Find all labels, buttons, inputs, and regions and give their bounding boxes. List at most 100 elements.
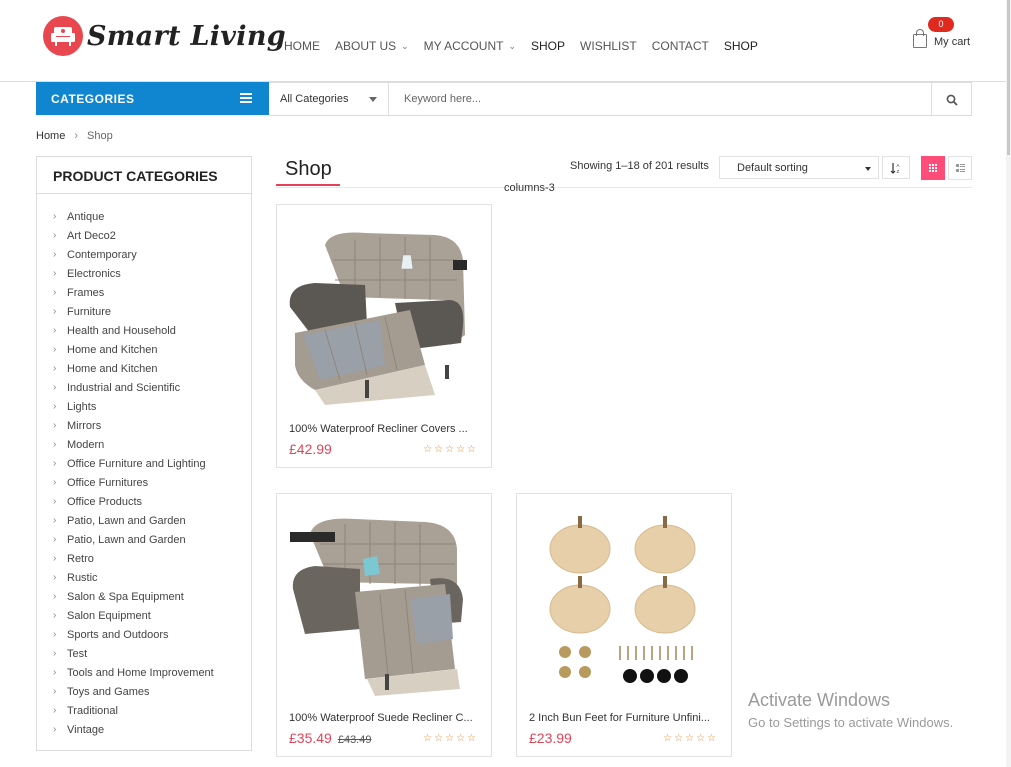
category-item[interactable]: › Frames — [37, 283, 251, 302]
category-item[interactable]: › Sports and Outdoors — [37, 625, 251, 644]
category-item[interactable]: › Industrial and Scientific — [37, 378, 251, 397]
category-item[interactable]: › Lights — [37, 397, 251, 416]
search-button[interactable] — [931, 83, 971, 115]
search-input[interactable] — [389, 83, 931, 115]
category-item[interactable]: › Tools and Home Improvement — [37, 663, 251, 682]
chevron-right-icon: › — [53, 268, 57, 279]
breadcrumb: Home › Shop — [36, 130, 113, 142]
category-item[interactable]: › Electronics — [37, 264, 251, 283]
nav-my-account[interactable]: MY ACCOUNT ⌄ — [424, 39, 516, 53]
product-card[interactable]: 100% Waterproof Recliner Covers ... £42.… — [276, 204, 492, 468]
nav-home[interactable]: HOME — [284, 39, 320, 53]
chevron-right-icon: › — [53, 667, 57, 678]
category-list: › Antique › Art Deco2 › Contemporary › Electron… — [37, 194, 251, 739]
category-item[interactable]: › Contemporary — [37, 245, 251, 264]
category-item[interactable]: › Home and Kitchen — [37, 359, 251, 378]
grid-view-button[interactable] — [921, 156, 945, 180]
sort-icon: A Z — [890, 163, 900, 174]
category-label: Office Furniture and Lighting — [67, 457, 206, 470]
category-label: Vintage — [67, 723, 105, 736]
nav-label: MY ACCOUNT — [423, 39, 504, 53]
search-category-select[interactable]: All Categories — [269, 83, 389, 115]
nav-label: WISHLIST — [580, 39, 637, 53]
category-item[interactable]: › Retro — [37, 549, 251, 568]
nav-about-us[interactable]: ABOUT US ⌄ — [335, 39, 409, 53]
chevron-right-icon: › — [53, 724, 57, 735]
star-rating: ☆☆☆☆☆ — [423, 444, 478, 455]
category-item[interactable]: › Patio, Lawn and Garden — [37, 530, 251, 549]
search-bar: All Categories — [269, 82, 972, 116]
category-label: Art Deco2 — [67, 229, 116, 242]
chevron-right-icon: › — [53, 477, 57, 488]
sort-direction-button[interactable]: A Z — [882, 156, 910, 179]
product-name[interactable]: 100% Waterproof Suede Recliner C... — [289, 712, 479, 724]
sidebar-title: PRODUCT CATEGORIES — [37, 157, 251, 194]
category-item[interactable]: › Test — [37, 644, 251, 663]
nav-wishlist[interactable]: WISHLIST — [580, 39, 637, 53]
category-label: Mirrors — [67, 419, 102, 432]
chevron-right-icon: › — [53, 591, 57, 602]
category-item[interactable]: › Modern — [37, 435, 251, 454]
category-item[interactable]: › Vintage — [37, 720, 251, 739]
category-item[interactable]: › Patio, Lawn and Garden — [37, 511, 251, 530]
category-item[interactable]: › Rustic — [37, 568, 251, 587]
category-item[interactable]: › Furniture — [37, 302, 251, 321]
nav-label: SHOP — [531, 39, 566, 53]
category-label: Patio, Lawn and Garden — [67, 514, 186, 527]
shopping-bag-icon — [913, 29, 927, 48]
category-label: Antique — [67, 210, 105, 223]
chevron-right-icon: › — [53, 287, 57, 298]
category-label: Retro — [67, 552, 94, 565]
category-item[interactable]: › Salon Equipment — [37, 606, 251, 625]
category-label: Industrial and Scientific — [67, 381, 181, 394]
breadcrumb-separator: › — [74, 130, 79, 142]
categories-menu-button[interactable]: CATEGORIES — [36, 82, 269, 115]
nav-label: HOME — [284, 39, 320, 53]
breadcrumb-home[interactable]: Home — [36, 130, 65, 142]
category-item[interactable]: › Health and Household — [37, 321, 251, 340]
mini-cart[interactable]: My cart — [913, 29, 970, 48]
recliner-cover-image[interactable] — [285, 504, 483, 699]
chevron-right-icon: › — [53, 420, 57, 431]
recliner-cover-image[interactable] — [285, 215, 483, 410]
list-view-button[interactable] — [948, 156, 972, 180]
grid-icon — [929, 164, 937, 172]
chevron-right-icon: › — [53, 249, 57, 260]
category-label: Health and Household — [67, 324, 176, 337]
category-item[interactable]: › Antique — [37, 207, 251, 226]
category-item[interactable]: › Traditional — [37, 701, 251, 720]
category-item[interactable]: › Mirrors — [37, 416, 251, 435]
nav-shop[interactable]: SHOP — [531, 39, 565, 53]
chevron-right-icon: › — [53, 686, 57, 697]
category-item[interactable]: › Office Furniture and Lighting — [37, 454, 251, 473]
activate-windows-title: Activate Windows — [748, 690, 891, 710]
category-item[interactable]: › Office Products — [37, 492, 251, 511]
hamburger-menu-icon — [240, 93, 252, 103]
chevron-right-icon: › — [53, 230, 57, 241]
category-label: Home and Kitchen — [67, 362, 158, 375]
scrollbar-thumb[interactable] — [1007, 0, 1010, 155]
nav-contact[interactable]: CONTACT — [652, 39, 709, 53]
current-price: £35.49 — [289, 730, 332, 746]
category-item[interactable]: › Home and Kitchen — [37, 340, 251, 359]
product-card[interactable]: 2 Inch Bun Feet for Furniture Unfini... … — [516, 493, 732, 757]
bun-feet-image[interactable] — [525, 504, 723, 699]
original-price: £43.49 — [337, 734, 372, 746]
product-name[interactable]: 2 Inch Bun Feet for Furniture Unfini... — [529, 712, 719, 724]
page-title: Shop — [285, 158, 332, 180]
main-nav: HOME ABOUT US ⌄ MY ACCOUNT ⌄ SHOP WISHLIST… — [284, 39, 773, 53]
site-logo[interactable]: Smart Living — [43, 16, 286, 56]
category-item[interactable]: › Salon & Spa Equipment — [37, 587, 251, 606]
product-card[interactable]: 100% Waterproof Suede Recliner C... £35.… — [276, 493, 492, 757]
sort-select[interactable]: Default sorting — [719, 156, 879, 179]
armchair-logo-icon — [43, 16, 83, 56]
product-name[interactable]: 100% Waterproof Recliner Covers ... — [289, 423, 479, 435]
category-item[interactable]: › Toys and Games — [37, 682, 251, 701]
chevron-down-icon: ⌄ — [401, 40, 409, 51]
category-item[interactable]: › Office Furnitures — [37, 473, 251, 492]
category-item[interactable]: › Art Deco2 — [37, 226, 251, 245]
breadcrumb-current: Shop — [87, 130, 113, 142]
category-label: Salon & Spa Equipment — [67, 590, 184, 603]
nav-shop-2[interactable]: SHOP — [724, 39, 758, 53]
category-label: Salon Equipment — [67, 609, 151, 622]
